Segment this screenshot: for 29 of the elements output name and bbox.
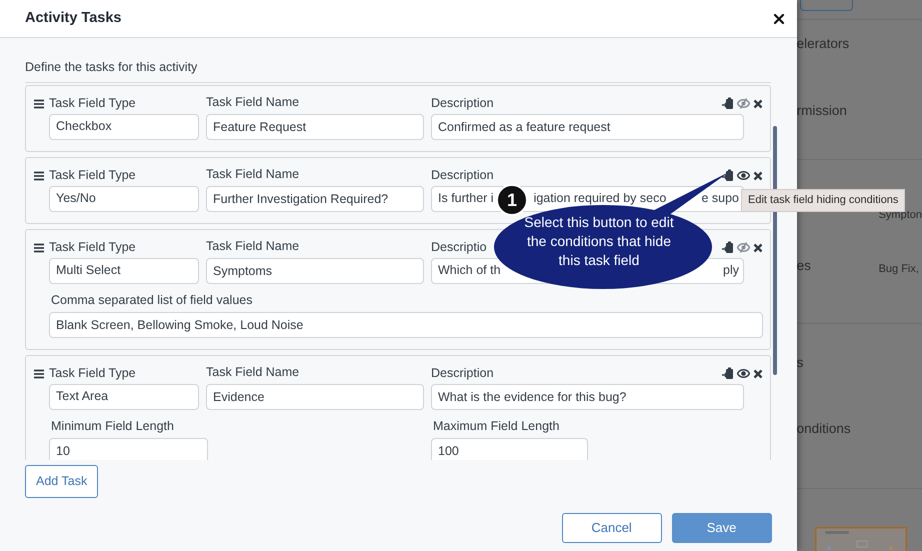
field-value-text: e supo — [701, 190, 739, 208]
page-text: elerators — [796, 35, 850, 53]
intro-text: Define the tasks for this activity — [25, 58, 771, 83]
field-label: Task Field Type — [49, 167, 136, 184]
page-text: es — [796, 257, 812, 275]
field-label: Description — [431, 95, 494, 112]
field-label: Task Field Name — [206, 94, 300, 111]
field-value-text: Is further i — [438, 190, 494, 208]
field-value-text: igation required by seco — [534, 190, 666, 208]
page-text: onditions — [796, 420, 852, 438]
field-label: Descriptio — [431, 239, 487, 256]
field-label: Maximum Field Length — [433, 418, 560, 435]
field-value-text: ply — [723, 262, 739, 280]
field-label: Minimum Field Length — [51, 418, 175, 435]
field-label: Task Field Name — [206, 238, 300, 255]
page-text: Bug Fix, — [878, 262, 920, 276]
page-text: s — [796, 354, 804, 372]
field-label: Task Field Name — [206, 166, 300, 183]
field-label: Task Field Type — [49, 365, 136, 382]
dialog-title: Activity Tasks — [25, 8, 122, 28]
field-label: Description — [431, 167, 494, 184]
tooltip: Edit task field hiding conditions — [741, 189, 906, 212]
field-value-text: Which of th — [438, 262, 501, 280]
field-label: Description — [431, 365, 494, 382]
field-label: Task Field Name — [206, 364, 300, 381]
field-label: Task Field Type — [49, 239, 136, 256]
field-label: Comma separated list of field values — [51, 292, 254, 309]
field-label: Task Field Type — [49, 95, 136, 112]
page-text: rmission — [796, 102, 848, 120]
